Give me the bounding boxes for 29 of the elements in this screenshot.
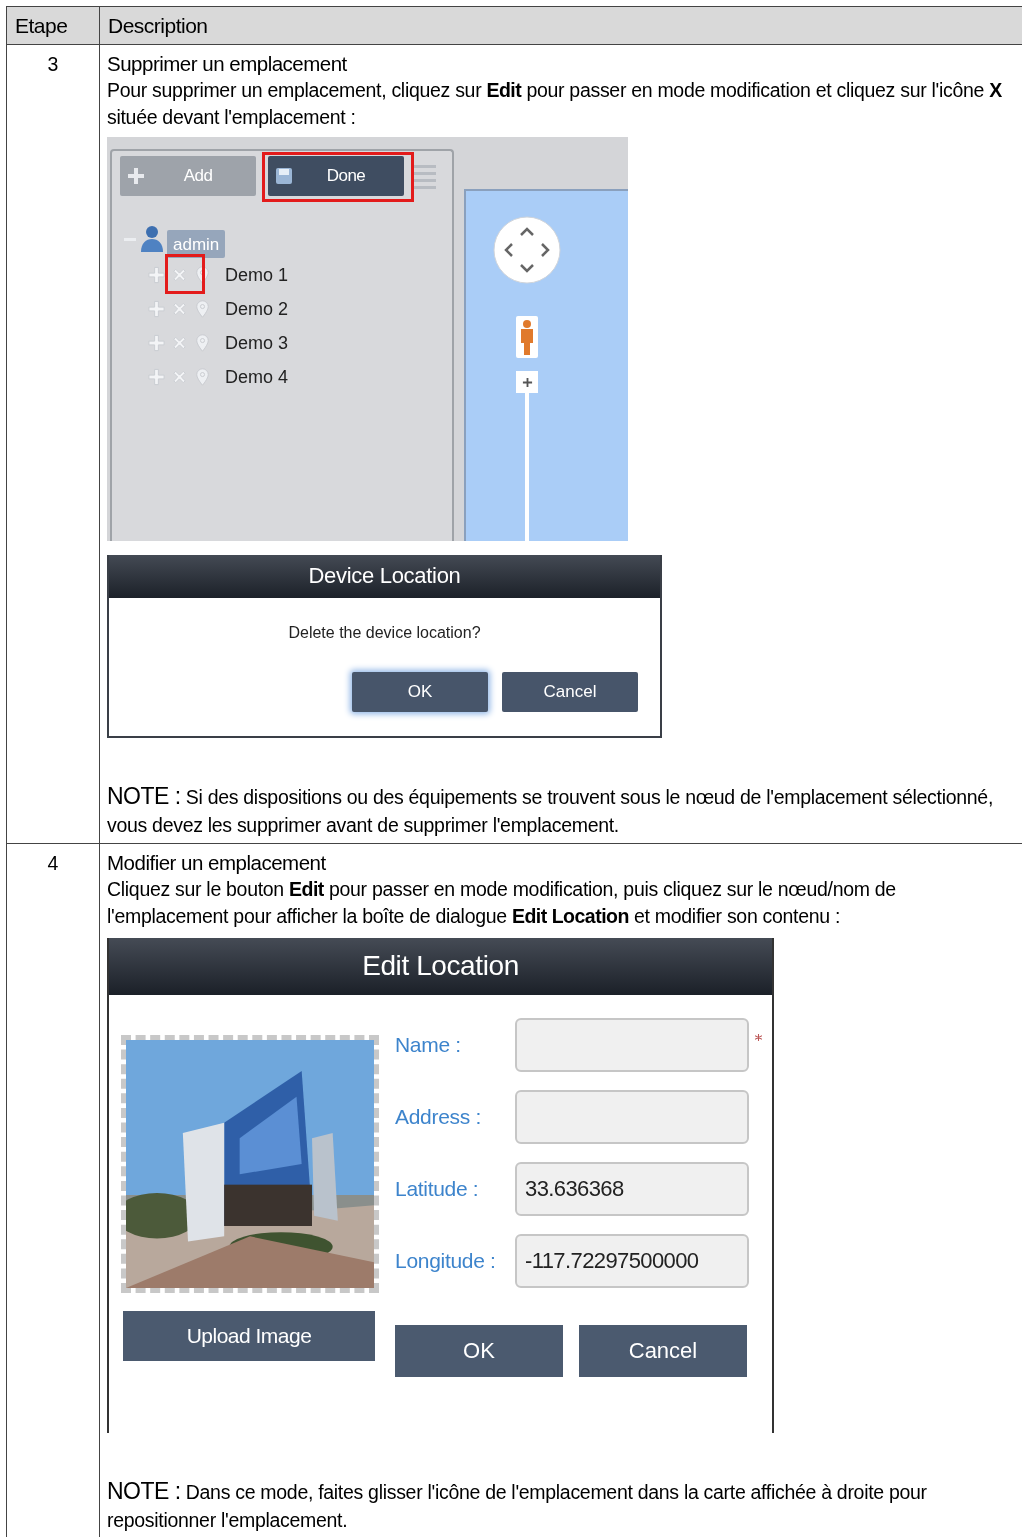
dialog-title: Edit Location xyxy=(109,938,772,995)
step-number: 4 xyxy=(47,852,59,874)
tree-node[interactable]: Demo 2 xyxy=(225,298,289,320)
step-description: Cliquez sur le bouton Edit pour passer en mode modification, puis cliquez sur le nœud/nom de l'emplacement pour afficher la boîte de dialogue Edit Location et modifier son contenu : xyxy=(107,877,897,929)
field-label: Address : xyxy=(395,1105,482,1129)
toolbar-button[interactable]: Done xyxy=(268,156,404,196)
step-description: Pour supprimer un emplacement, cliquez sur Edit pour passer en mode modification et cliquez sur l'icône X située devant l'emplacement : xyxy=(107,78,1003,130)
note-text: NOTE : Dans ce mode, faites glisser l'icône de l'emplacement dans la carte affichée à droite pour repositionner l'emplacement. xyxy=(107,1477,928,1533)
dialog-button[interactable]: OK xyxy=(395,1325,563,1377)
tree-node[interactable]: Demo 4 xyxy=(225,366,289,388)
field-label: Longitude : xyxy=(395,1249,497,1273)
step-number: 3 xyxy=(47,53,59,75)
note-text: NOTE : Si des dispositions ou des équipements se trouvent sous le nœud de l'emplacement sélectionné, vous devez les supprimer avant de supprimer l'emplacement. xyxy=(107,782,994,838)
tree-node[interactable]: Demo 1 xyxy=(225,264,289,286)
column-header: Etape xyxy=(6,6,100,45)
dialog-button[interactable]: OK xyxy=(352,672,488,712)
input-field[interactable]: -117.72297500000 xyxy=(515,1234,749,1288)
dialog-message: Delete the device location? xyxy=(287,624,482,642)
field-label: Name : xyxy=(395,1033,462,1057)
dialog-button[interactable]: Cancel xyxy=(579,1325,747,1377)
dialog-button[interactable]: Cancel xyxy=(502,672,638,712)
field-label: Latitude : xyxy=(395,1177,480,1201)
input-field[interactable]: 33.636368 xyxy=(515,1162,749,1216)
tree-node[interactable]: Demo 3 xyxy=(225,332,289,354)
step-title: Modifier un emplacement xyxy=(107,850,327,876)
upload-image-button[interactable]: Upload Image xyxy=(123,1311,375,1361)
column-header: Description xyxy=(99,6,1022,45)
step-title: Supprimer un emplacement xyxy=(107,51,348,77)
dialog-title: Device Location xyxy=(109,555,660,598)
